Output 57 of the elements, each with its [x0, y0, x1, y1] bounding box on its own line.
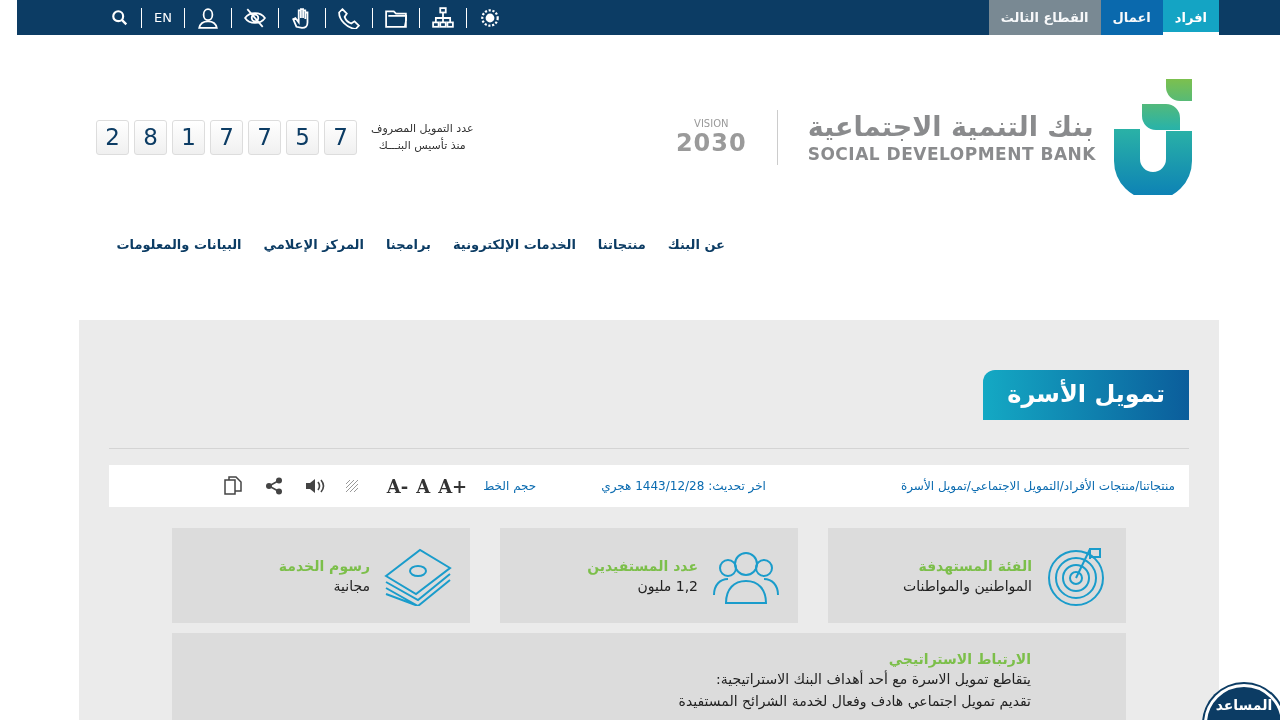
sitemap-icon [431, 6, 454, 29]
font-size-label: حجم الخط [483, 479, 537, 493]
breadcrumb-link[interactable]: منتجات الأفراد [1063, 479, 1136, 493]
language-button[interactable]: EN [142, 7, 185, 28]
card-title: رسوم الخدمة [278, 557, 370, 574]
share-icon [264, 477, 283, 495]
counter-digit: 7 [248, 119, 281, 155]
speaker-icon [304, 478, 325, 494]
copy-icon [222, 476, 243, 496]
logo-mark-icon [1114, 79, 1192, 195]
counter-caption: عدد التمويل المصروف [371, 122, 474, 135]
vision-label: VISION [694, 117, 729, 129]
nav-link[interactable]: البيانات والمعلومات [116, 237, 242, 252]
strategy-title: الارتباط الاستراتيجي [887, 651, 1031, 667]
counter-digit: 2 [96, 119, 129, 155]
bank-name-arabic: بنك التنمية الاجتماعية [807, 110, 1094, 144]
breadcrumb-link[interactable]: تمويل الأسرة [900, 479, 967, 493]
bank-name-english: SOCIAL DEVELOPMENT BANK [807, 144, 1096, 164]
card-value: 1,2 مليون [636, 577, 698, 594]
emblem-icon [478, 6, 501, 29]
sector-tab[interactable]: اعمال [1100, 0, 1163, 35]
counter-subcaption: منذ تأسيس البنـــك [378, 139, 466, 152]
breadcrumb-separator: / [1059, 479, 1064, 493]
breadcrumb-link[interactable]: التمويل الاجتماعي [970, 479, 1060, 493]
last-updated-text: اخر تحديث: 1443/12/28 هجري [601, 479, 766, 493]
counter-digit: 7 [210, 119, 243, 155]
breadcrumb-link[interactable]: منتجاتنا [1139, 479, 1175, 493]
share-button[interactable] [264, 477, 283, 495]
copy-button[interactable] [222, 476, 243, 496]
page-title: تمويل الأسرة [983, 370, 1189, 420]
vision-year: 2030 [675, 128, 747, 157]
strategy-text: يتقاطع تمويل الاسرة مع أحد أهداف البنك الاستراتيجية: [715, 669, 1031, 689]
font-size-button[interactable]: A- [386, 475, 409, 497]
eye-slash-icon [243, 6, 266, 29]
counter-digit: 1 [172, 119, 205, 155]
assistant-button[interactable]: المساعد [1204, 684, 1280, 720]
phone-icon [337, 6, 360, 29]
card-title: الفئة المستهدفة [917, 557, 1032, 574]
font-size-button[interactable]: A [416, 475, 431, 497]
search-icon [111, 8, 129, 27]
breadcrumb-separator: / [966, 479, 971, 493]
counter-digit: 7 [324, 119, 357, 155]
listen-button[interactable] [304, 478, 325, 494]
nav-link[interactable]: برامجنا [385, 237, 431, 252]
nav-link[interactable]: منتجاتنا [597, 237, 646, 252]
strategy-text: تقديم تمويل اجتماعي هادف وفعال لخدمة الشرائح المستفيدة [677, 692, 1031, 711]
nav-link[interactable]: المركز الإعلامي [263, 237, 364, 252]
counter-digit: 5 [286, 119, 319, 155]
card-value: مجانية [332, 577, 370, 594]
font-size-button[interactable]: A+ [438, 475, 468, 497]
user-icon [196, 6, 219, 29]
card-value: المواطنين والمواطنات [903, 577, 1032, 594]
nav-link[interactable]: الخدمات الإلكترونية [453, 237, 576, 252]
card-title: عدد المستفيدين [587, 557, 698, 574]
breadcrumb-separator: / [1135, 479, 1140, 493]
nav-link[interactable]: عن البنك [667, 237, 725, 252]
counter-digit: 8 [134, 119, 167, 155]
